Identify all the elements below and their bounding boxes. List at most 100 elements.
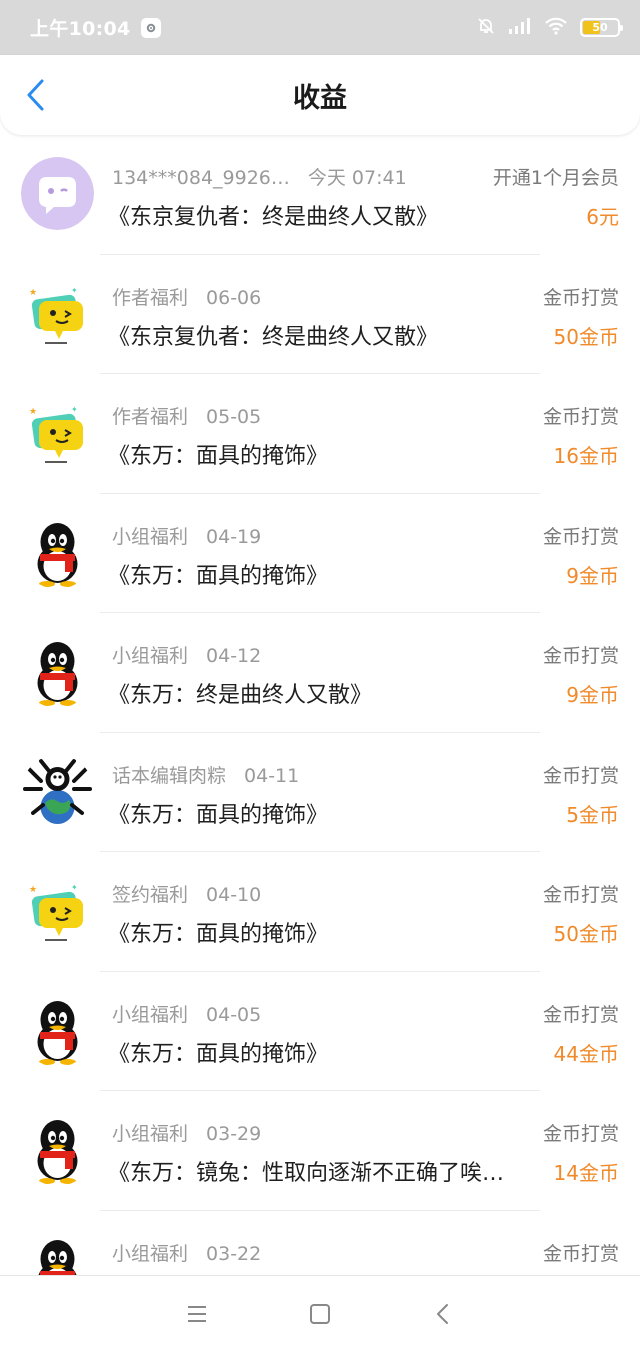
earning-source: 小组福利 xyxy=(112,1123,189,1145)
signal-icon xyxy=(508,17,532,39)
battery-level: 50 xyxy=(592,21,608,34)
earning-list-item[interactable]: 小组福利 04-12 《东万：终是曲终人又散》 金币打赏 9金币 xyxy=(0,613,640,733)
earning-amount: 5金币 xyxy=(566,802,619,827)
status-icons: 50 xyxy=(476,16,623,40)
earning-meta: 小组福利 04-12 xyxy=(112,641,261,668)
battery-icon: 50 xyxy=(580,18,623,37)
earning-meta: 话本编辑肉粽 04-11 xyxy=(112,761,299,788)
menu-icon xyxy=(187,1305,206,1322)
svg-text:★: ★ xyxy=(29,885,37,895)
settings-badge-icon xyxy=(140,17,161,38)
earning-book-title: 《东万：面具的掩饰》 xyxy=(108,444,329,469)
system-nav-bar xyxy=(0,1275,640,1351)
earning-book-title: 《东万：镜兔：性取向逐渐不正确了唉… xyxy=(108,1161,505,1186)
back-button[interactable] xyxy=(18,77,54,113)
earning-list-item[interactable]: 小组福利 04-05 《东万：面具的掩饰》 金币打赏 44金币 xyxy=(0,972,640,1091)
earning-list-item[interactable]: ★ ✦ 作者福利 05-05 《东万：面具的掩饰》 金币打赏 16金币 xyxy=(0,374,640,494)
earning-amount: 9金币 xyxy=(566,563,619,588)
earning-source: 作者福利 xyxy=(112,286,189,309)
earning-meta: 作者福利 06-06 xyxy=(112,283,261,310)
yellow-face-avatar[interactable]: ★ ✦ xyxy=(21,276,94,350)
svg-text:★: ★ xyxy=(29,407,37,417)
earning-amount: 14金币 xyxy=(553,1161,619,1185)
home-button[interactable] xyxy=(300,1294,340,1334)
earnings-list[interactable]: 134***084_9926… 今天 07:41 《东京复仇者：终是曲终人又散》 开通… xyxy=(0,135,640,1275)
yellow-face-avatar[interactable]: ★ ✦ xyxy=(21,396,94,469)
earning-list-item[interactable]: 小组福利 03-29 《东万：镜兔：性取向逐渐不正确了唉… 金币打赏 14金币 xyxy=(0,1091,640,1211)
earning-meta: 小组福利 04-05 xyxy=(112,1000,261,1027)
earning-book-title: 《东京复仇者：终是曲终人又散》 xyxy=(108,205,439,230)
svg-text:★: ★ xyxy=(29,288,37,298)
earning-amount: 16金币 xyxy=(553,444,619,468)
globe-avatar[interactable] xyxy=(21,754,94,828)
penguin-avatar[interactable] xyxy=(21,515,94,589)
svg-text:✦: ✦ xyxy=(71,286,78,295)
penguin-avatar[interactable] xyxy=(21,993,94,1067)
earning-date: 06-06 xyxy=(206,286,262,309)
mute-bell-icon xyxy=(476,16,496,40)
earning-book-title: 《东万：面具的掩饰》 xyxy=(108,802,329,828)
nav-back-button[interactable] xyxy=(423,1294,463,1334)
earning-meta: 签约福利 04-10 xyxy=(112,880,261,907)
earning-date: 04-05 xyxy=(206,1003,262,1026)
status-time: 上午10:04 xyxy=(30,18,131,40)
earning-type: 金币打赏 xyxy=(542,1003,619,1026)
earning-date: 04-19 xyxy=(206,525,262,548)
earning-source: 134***084_9926… xyxy=(112,167,290,189)
earning-list-item[interactable]: 话本编辑肉粽 04-11 《东万：面具的掩饰》 金币打赏 5金币 xyxy=(0,733,640,852)
earning-date: 05-05 xyxy=(206,406,262,428)
yellow-face-avatar[interactable]: ★ ✦ xyxy=(21,874,94,947)
penguin-avatar[interactable] xyxy=(21,1232,94,1275)
earning-book-title: 《东京复仇者：终是曲终人又散》 xyxy=(108,324,439,350)
wifi-icon xyxy=(544,17,568,39)
earning-meta: 作者福利 05-05 xyxy=(112,402,261,429)
earning-list-item[interactable]: 小组福利 04-19 《东万：面具的掩饰》 金币打赏 9金币 xyxy=(0,494,640,613)
earning-meta: 134***084_9926… 今天 07:41 xyxy=(112,163,407,190)
earning-source: 小组福利 xyxy=(112,525,189,548)
earning-source: 签约福利 xyxy=(112,884,189,906)
earning-type: 金币打赏 xyxy=(542,764,619,787)
earning-date: 04-11 xyxy=(244,764,300,787)
earning-meta: 小组福利 04-19 xyxy=(112,522,261,549)
earning-source: 小组福利 xyxy=(112,645,189,667)
home-square-icon xyxy=(309,1303,330,1324)
earning-type: 金币打赏 xyxy=(542,645,619,667)
earning-type: 金币打赏 xyxy=(542,525,619,548)
app-header: 收益 xyxy=(0,55,640,135)
svg-text:✦: ✦ xyxy=(71,405,78,414)
earning-list-item[interactable]: 134***084_9926… 今天 07:41 《东京复仇者：终是曲终人又散》 开通… xyxy=(0,135,640,255)
earning-source: 话本编辑肉粽 xyxy=(112,764,227,787)
earning-list-item[interactable]: ★ ✦ 签约福利 04-10 《东万：面具的掩饰》 金币打赏 50金币 xyxy=(0,852,640,972)
earning-book-title: 《东万：面具的掩饰》 xyxy=(108,1041,329,1067)
earning-amount: 9金币 xyxy=(566,683,619,707)
penguin-avatar[interactable] xyxy=(21,635,94,708)
earning-type: 金币打赏 xyxy=(542,1242,619,1265)
earning-type: 金币打赏 xyxy=(542,884,619,906)
earning-date: 04-10 xyxy=(206,884,262,906)
earning-date: 04-12 xyxy=(206,645,262,667)
earning-amount: 50金币 xyxy=(553,324,619,349)
earning-date: 今天 07:41 xyxy=(307,167,407,189)
earning-book-title: 《东万：终是曲终人又散》 xyxy=(108,683,373,708)
chevron-left-icon xyxy=(27,79,44,111)
earning-type: 金币打赏 xyxy=(542,406,619,428)
earning-list-item[interactable]: 小组福利 03-22 金币打赏 xyxy=(0,1211,640,1275)
chat-bubble-avatar[interactable] xyxy=(21,157,94,230)
earning-list-item[interactable]: ★ ✦ 作者福利 06-06 《东京复仇者：终是曲终人又散》 金币打赏 50金币 xyxy=(0,255,640,374)
earning-book-title: 《东万：面具的掩饰》 xyxy=(108,563,329,589)
earning-amount: 50金币 xyxy=(553,922,619,946)
earning-book-title: 《东万：面具的掩饰》 xyxy=(108,922,329,947)
earning-type: 金币打赏 xyxy=(542,1123,619,1145)
menu-button[interactable] xyxy=(177,1294,217,1334)
back-triangle-icon xyxy=(437,1303,449,1324)
earning-amount: 44金币 xyxy=(553,1041,619,1066)
earning-type: 开通1个月会员 xyxy=(492,167,619,189)
earning-date: 03-29 xyxy=(206,1123,262,1145)
earning-source: 作者福利 xyxy=(112,406,189,428)
penguin-avatar[interactable] xyxy=(21,1113,94,1186)
earning-amount: 6元 xyxy=(586,205,619,229)
earning-date: 03-22 xyxy=(206,1242,262,1265)
status-bar: 上午10:04 50 xyxy=(0,0,640,55)
earning-type: 金币打赏 xyxy=(542,286,619,309)
earning-meta: 小组福利 03-29 xyxy=(112,1119,261,1146)
